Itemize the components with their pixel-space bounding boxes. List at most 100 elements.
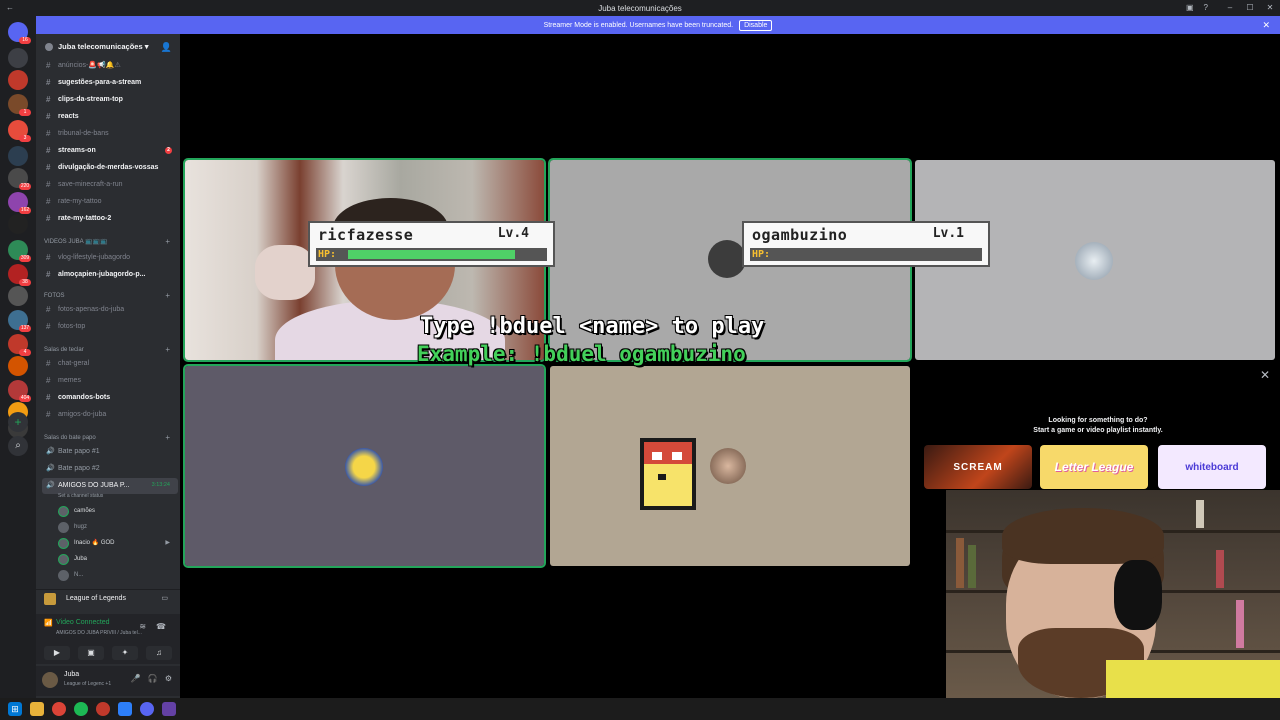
- channel-item[interactable]: # tribunal-de-bans: [42, 126, 178, 141]
- channel-item[interactable]: ▸#streams-on2: [42, 143, 178, 158]
- voice-user[interactable]: N...: [58, 568, 174, 583]
- channel-label: fotos-top: [58, 323, 86, 330]
- channel-item[interactable]: # fotos-top: [42, 319, 178, 334]
- channel-category[interactable]: FOTOS +: [44, 290, 174, 302]
- guild-name: Juba telecomunicações: [58, 42, 143, 51]
- help-icon[interactable]: ?: [1204, 0, 1208, 16]
- activities-icon[interactable]: ✦: [112, 646, 138, 660]
- voice-channel-item[interactable]: 🔊 Bate papo #1: [42, 444, 178, 459]
- window-title: Juba telecomunicações: [598, 3, 682, 13]
- channel-category[interactable]: VIDEOS JUBA 📺📺📺 +: [44, 236, 174, 248]
- activity-card-whiteboard[interactable]: whiteboard: [1158, 445, 1266, 489]
- server-icon[interactable]: [8, 356, 28, 376]
- overlay-instruction: Type !bduel <name> to play: [420, 314, 765, 339]
- channel-item[interactable]: ▸#sugestões-para-a-stream: [42, 75, 178, 90]
- create-channel-icon[interactable]: +: [165, 344, 170, 356]
- app-icon[interactable]: [118, 702, 132, 716]
- channel-status-prompt[interactable]: Set a channel status: [58, 493, 103, 499]
- channel-item[interactable]: # save-minecraft-a-run: [42, 177, 178, 192]
- guild-header[interactable]: Juba telecomunicações ▾ 👤: [36, 38, 180, 56]
- channel-item[interactable]: ▸#comandos-bots: [42, 390, 178, 405]
- inbox-icon[interactable]: ▣: [1186, 0, 1194, 16]
- voice-user[interactable]: Juba: [58, 552, 174, 567]
- server-icon[interactable]: [8, 286, 28, 306]
- user-name: Juba: [64, 671, 80, 678]
- voice-user-name: Inacio 🔥 GOD: [74, 540, 115, 546]
- create-channel-icon[interactable]: +: [165, 236, 170, 248]
- channel-label: divulgação-de-merdas-vossas: [58, 164, 159, 171]
- server-icon[interactable]: [8, 48, 28, 68]
- channel-item[interactable]: # chat-geral: [42, 356, 178, 371]
- channel-category[interactable]: Salas de teclar +: [44, 344, 174, 356]
- channel-item[interactable]: # amigos-do-juba: [42, 407, 178, 422]
- current-activity[interactable]: League of Legends ▭: [36, 589, 180, 607]
- server-mention-badge: 220: [19, 183, 31, 190]
- avatar: [58, 554, 69, 565]
- activity-card-letter-league[interactable]: Letter League: [1040, 445, 1148, 489]
- screen-share-button-icon[interactable]: ▣: [78, 646, 104, 660]
- spotify-icon[interactable]: [74, 702, 88, 716]
- text-channel-icon: #: [46, 393, 51, 402]
- obs-icon[interactable]: [96, 702, 110, 716]
- activities-title: Looking for something to do?: [1048, 417, 1148, 424]
- channel-item[interactable]: # anúncios-🚨📢🔔⚠: [42, 58, 178, 73]
- active-voice-channel[interactable]: 🔊 AMIGOS DO JUBA P... 3:13:24: [42, 478, 178, 494]
- activities-close-icon[interactable]: ✕: [1260, 368, 1270, 382]
- channel-item[interactable]: ▸#divulgação-de-merdas-vossas: [42, 160, 178, 175]
- voice-status: Video Connected: [56, 619, 110, 626]
- voice-channel-item[interactable]: 🔊 Bate papo #2: [42, 461, 178, 476]
- channel-item[interactable]: # fotos-apenas-do-juba: [42, 302, 178, 317]
- create-channel-icon[interactable]: +: [165, 290, 170, 302]
- channel-item[interactable]: ▸#clips-da-stream-top: [42, 92, 178, 107]
- invite-icon[interactable]: 👤: [161, 38, 172, 56]
- headphones-icon[interactable]: 🎧: [148, 674, 158, 683]
- soundboard-icon[interactable]: ♫: [146, 646, 172, 660]
- voice-user[interactable]: camões: [58, 504, 174, 519]
- camera-toggle-icon[interactable]: ▶: [44, 646, 70, 660]
- channel-item[interactable]: # memes: [42, 373, 178, 388]
- start-icon[interactable]: ⊞: [8, 702, 22, 716]
- participant-tile-4[interactable]: [183, 364, 546, 568]
- voice-user[interactable]: hugz: [58, 520, 174, 535]
- file-explorer-icon[interactable]: [30, 702, 44, 716]
- settings-gear-icon[interactable]: ⚙: [165, 674, 172, 683]
- close-window-icon[interactable]: ✕: [1260, 0, 1280, 16]
- player2-hp-label: HP:: [752, 249, 771, 260]
- speaker-icon: 🔊: [46, 465, 55, 472]
- create-channel-icon[interactable]: +: [165, 432, 170, 444]
- activity-card-scream[interactable]: SCREAM: [924, 445, 1032, 489]
- server-mention-badge: 404: [19, 395, 31, 402]
- avatar[interactable]: [42, 672, 58, 688]
- server-icon[interactable]: [8, 214, 28, 234]
- chrome-icon[interactable]: [52, 702, 66, 716]
- voice-location[interactable]: AMIGOS DO JUBA PRIVIII / Juba tel...: [56, 630, 142, 636]
- add-server-icon[interactable]: +: [8, 412, 28, 432]
- server-mention-badge: 4: [19, 349, 31, 356]
- channel-item[interactable]: # rate-my-tattoo: [42, 194, 178, 209]
- minimize-icon[interactable]: –: [1220, 0, 1240, 16]
- channel-item[interactable]: ▸#reacts: [42, 109, 178, 124]
- discord-icon[interactable]: [140, 702, 154, 716]
- channel-category[interactable]: Salas do bate papo +: [44, 432, 174, 444]
- category-label: FOTOS: [44, 293, 65, 299]
- banner-close-icon[interactable]: ✕: [1262, 20, 1270, 31]
- channel-item[interactable]: ▸#almoçapien-jubagordo-p...: [42, 267, 178, 282]
- channel-item[interactable]: # vlog-lifestyle-jubagordo: [42, 250, 178, 265]
- disconnect-icon[interactable]: ☎: [156, 622, 166, 631]
- channel-label: chat-geral: [58, 360, 90, 367]
- microphone-icon[interactable]: 🎤: [131, 674, 141, 683]
- back-icon[interactable]: ←: [6, 0, 14, 16]
- noise-suppression-icon[interactable]: ≋: [139, 622, 146, 631]
- taskbar: ⊞: [0, 698, 1280, 720]
- channel-label: clips-da-stream-top: [58, 96, 123, 103]
- maximize-icon[interactable]: ☐: [1240, 0, 1260, 16]
- server-icon[interactable]: [8, 70, 28, 90]
- discover-icon[interactable]: ⌕: [8, 436, 28, 456]
- server-icon[interactable]: [8, 146, 28, 166]
- voice-user[interactable]: Inacio 🔥 GOD ▶: [58, 536, 174, 551]
- disable-button[interactable]: Disable: [739, 19, 773, 31]
- twitch-icon[interactable]: [162, 702, 176, 716]
- participant-tile-5[interactable]: [550, 366, 910, 566]
- screen-share-icon[interactable]: ▭: [161, 590, 168, 608]
- channel-item[interactable]: ▸#rate-my-tattoo-2: [42, 211, 178, 226]
